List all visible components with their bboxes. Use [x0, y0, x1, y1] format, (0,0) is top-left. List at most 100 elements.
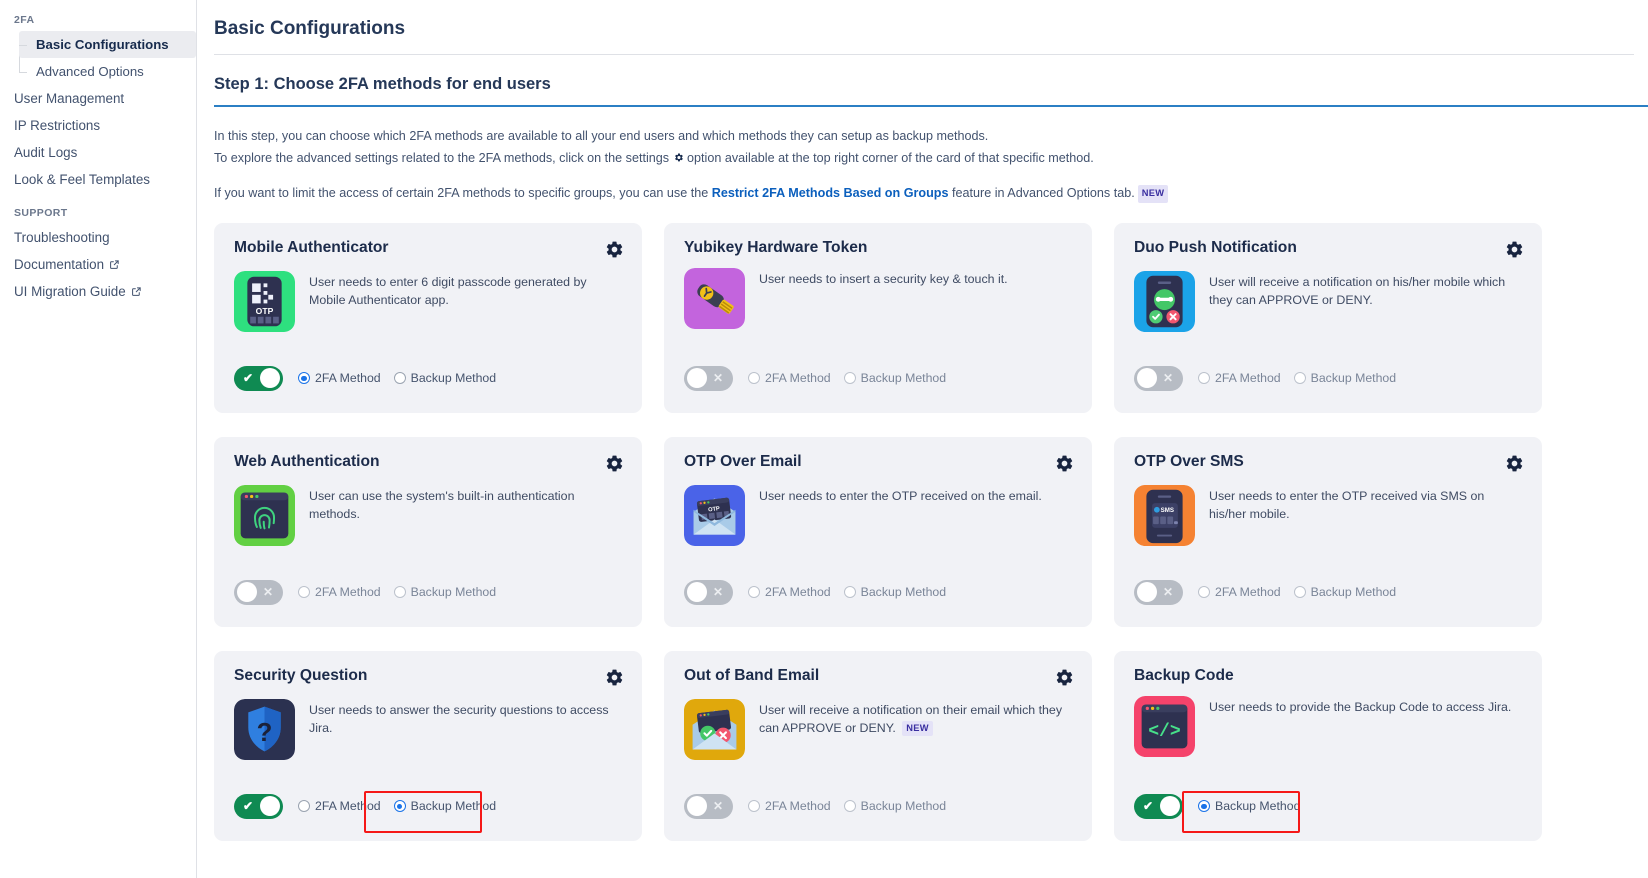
radio-backup-method[interactable]: [1294, 586, 1306, 598]
radio-backup-method[interactable]: [394, 586, 406, 598]
enable-toggle[interactable]: ✕: [1134, 580, 1183, 605]
radio-option-2fa-method[interactable]: 2FA Method: [748, 585, 831, 599]
enable-toggle[interactable]: ✕: [684, 580, 733, 605]
enable-toggle[interactable]: ✕: [684, 366, 733, 391]
gear-icon[interactable]: [1505, 454, 1524, 473]
radio-2fa-method[interactable]: [298, 800, 310, 812]
card-description: User needs to enter the OTP received via…: [1209, 489, 1484, 521]
radio-option-backup-method[interactable]: Backup Method: [394, 799, 496, 813]
radio-2fa-method[interactable]: [748, 586, 760, 598]
toggle-knob: [237, 582, 257, 602]
method-radio-group: 2FA Method Backup Method: [748, 371, 946, 385]
sidebar-item-user-management[interactable]: User Management: [0, 85, 196, 112]
method-card-otp-over-email: OTP Over EmailOTPUser needs to enter the…: [664, 437, 1092, 627]
enable-toggle[interactable]: ✔: [1134, 794, 1183, 819]
restrict-2fa-methods-link[interactable]: Restrict 2FA Methods Based on Groups: [712, 186, 949, 200]
radio-option-backup-method[interactable]: Backup Method: [1198, 799, 1300, 813]
toggle-knob: [1137, 582, 1157, 602]
gear-icon[interactable]: [605, 668, 624, 687]
backup-code-icon: </>: [1134, 696, 1195, 757]
sidebar-item-audit-logs[interactable]: Audit Logs: [0, 139, 196, 166]
description-line-2a: To explore the advanced settings related…: [214, 151, 669, 165]
radio-option-2fa-method[interactable]: 2FA Method: [298, 799, 381, 813]
radio-option-2fa-method[interactable]: 2FA Method: [1198, 371, 1281, 385]
gear-icon[interactable]: [1505, 240, 1524, 259]
radio-label-2fa-method: 2FA Method: [315, 585, 381, 599]
radio-option-backup-method[interactable]: Backup Method: [394, 585, 496, 599]
method-card-backup-code: Backup Code</>User needs to provide the …: [1114, 651, 1542, 841]
radio-option-backup-method[interactable]: Backup Method: [844, 585, 946, 599]
radio-option-2fa-method[interactable]: 2FA Method: [748, 371, 831, 385]
gear-icon[interactable]: [1055, 454, 1074, 473]
card-description-wrap: User needs to enter 6 digit passcode gen…: [309, 271, 624, 332]
sidebar: 2FA Basic ConfigurationsAdvanced Options…: [0, 0, 197, 878]
card-footer: ✕ 2FA Method Backup Method: [1134, 366, 1526, 391]
card-body: User needs to insert a security key & to…: [684, 268, 1074, 329]
radio-backup-method[interactable]: [844, 800, 856, 812]
sidebar-item-ui-migration-guide[interactable]: UI Migration Guide: [0, 278, 196, 305]
card-footer: ✕ 2FA Method Backup Method: [684, 366, 1076, 391]
radio-2fa-method[interactable]: [748, 800, 760, 812]
enable-toggle[interactable]: ✔: [234, 366, 283, 391]
radio-backup-method[interactable]: [844, 372, 856, 384]
radio-option-backup-method[interactable]: Backup Method: [1294, 371, 1396, 385]
radio-option-backup-method[interactable]: Backup Method: [844, 371, 946, 385]
out-of-band-email-icon: [684, 699, 745, 760]
radio-2fa-method[interactable]: [1198, 586, 1210, 598]
enable-toggle[interactable]: ✕: [684, 794, 733, 819]
mobile-authenticator-icon: OTP: [234, 271, 295, 332]
radio-option-2fa-method[interactable]: 2FA Method: [1198, 585, 1281, 599]
method-radio-group: 2FA Method Backup Method: [1198, 371, 1396, 385]
gear-icon[interactable]: [1055, 668, 1074, 687]
card-body: SMSUser needs to enter the OTP received …: [1134, 485, 1524, 546]
radio-label-backup-method: Backup Method: [861, 585, 946, 599]
enable-toggle[interactable]: ✔: [234, 794, 283, 819]
close-icon: ✕: [713, 372, 723, 384]
radio-backup-method[interactable]: [1294, 372, 1306, 384]
card-header: Yubikey Hardware Token: [684, 239, 1074, 256]
radio-backup-method[interactable]: [1198, 800, 1210, 812]
radio-option-2fa-method[interactable]: 2FA Method: [298, 585, 381, 599]
sidebar-item-ip-restrictions[interactable]: IP Restrictions: [0, 112, 196, 139]
enable-toggle[interactable]: ✕: [234, 580, 283, 605]
card-header: Web Authentication: [234, 453, 624, 473]
sidebar-item-look-feel-templates[interactable]: Look & Feel Templates: [0, 166, 196, 193]
radio-label-2fa-method: 2FA Method: [315, 371, 381, 385]
card-description-wrap: User can use the system's built-in authe…: [309, 485, 624, 546]
gear-icon[interactable]: [605, 454, 624, 473]
card-description-wrap: User will receive a notification on his/…: [1209, 271, 1524, 332]
radio-option-2fa-method[interactable]: 2FA Method: [298, 371, 381, 385]
radio-2fa-method[interactable]: [748, 372, 760, 384]
description-block: In this step, you can choose which 2FA m…: [197, 107, 1648, 205]
card-description: User needs to enter 6 digit passcode gen…: [309, 275, 587, 307]
method-card-yubikey-hardware-token: Yubikey Hardware Token User needs to inse…: [664, 223, 1092, 413]
method-card-otp-over-sms: OTP Over SMSSMSUser needs to enter the O…: [1114, 437, 1542, 627]
radio-backup-method[interactable]: [844, 586, 856, 598]
card-description: User will receive a notification on his/…: [1209, 275, 1505, 307]
gear-icon[interactable]: [605, 240, 624, 259]
radio-label-backup-method: Backup Method: [411, 371, 496, 385]
sidebar-subitem-basic-configurations[interactable]: Basic Configurations: [19, 31, 196, 58]
radio-backup-method[interactable]: [394, 800, 406, 812]
sidebar-subitem-advanced-options[interactable]: Advanced Options: [19, 58, 196, 85]
description-line-2b: option available at the top right corner…: [687, 151, 1094, 165]
enable-toggle[interactable]: ✕: [1134, 366, 1183, 391]
method-radio-group: 2FA Method Backup Method: [748, 585, 946, 599]
sidebar-item-troubleshooting[interactable]: Troubleshooting: [0, 224, 196, 251]
radio-option-backup-method[interactable]: Backup Method: [844, 799, 946, 813]
radio-option-backup-method[interactable]: Backup Method: [394, 371, 496, 385]
card-title: OTP Over Email: [684, 453, 802, 470]
card-footer: ✕ 2FA Method Backup Method: [1134, 580, 1526, 605]
description-line-2: To explore the advanced settings related…: [214, 148, 1631, 170]
radio-option-2fa-method[interactable]: 2FA Method: [748, 799, 831, 813]
sidebar-item-documentation[interactable]: Documentation: [0, 251, 196, 278]
radio-2fa-method[interactable]: [298, 586, 310, 598]
close-icon: ✕: [713, 800, 723, 812]
radio-2fa-method[interactable]: [1198, 372, 1210, 384]
radio-option-backup-method[interactable]: Backup Method: [1294, 585, 1396, 599]
radio-2fa-method[interactable]: [298, 372, 310, 384]
card-body: User will receive a notification on thei…: [684, 699, 1074, 760]
card-description: User needs to answer the security questi…: [309, 703, 609, 735]
radio-backup-method[interactable]: [394, 372, 406, 384]
description-line-1: In this step, you can choose which 2FA m…: [214, 126, 1631, 148]
